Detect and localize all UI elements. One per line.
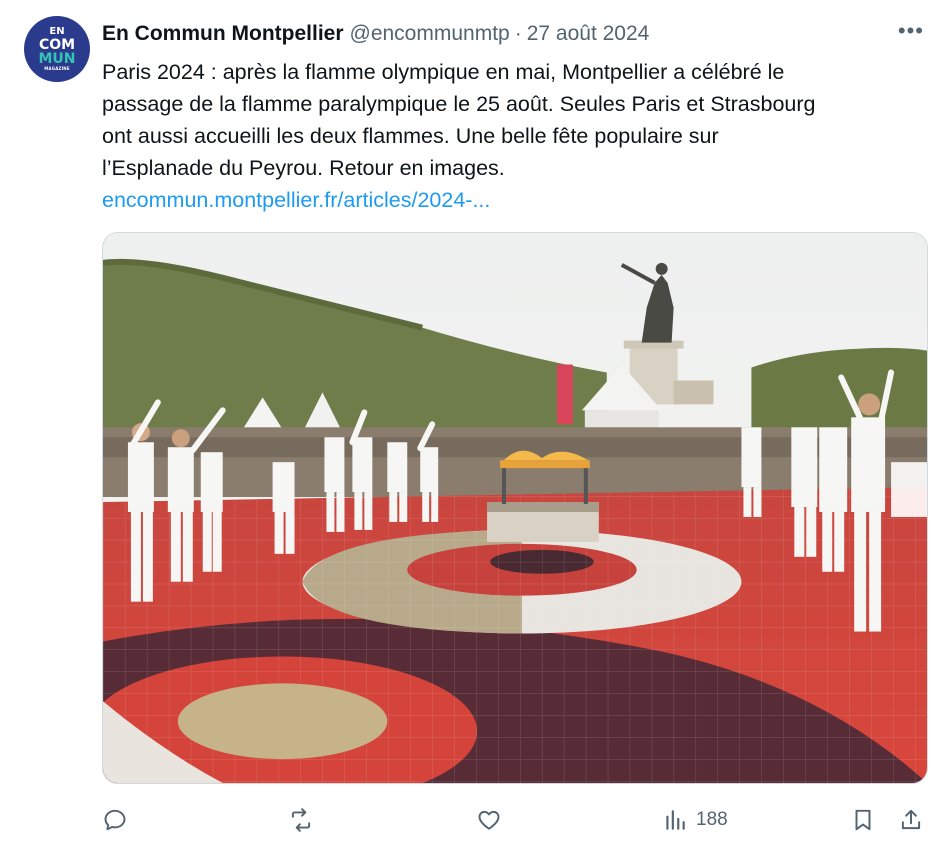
avatar-line-2: COM (38, 37, 76, 53)
account-name[interactable]: En Commun Montpellier (102, 22, 344, 46)
tweet-header: En Commun Montpellier @encommunmtp · 27 … (102, 18, 930, 48)
tweet-text-line: Paris 2024 : après la flamme olympique e… (102, 60, 785, 84)
account-avatar[interactable]: EN COM MUN MAGAZINE (24, 16, 90, 82)
tweet-actions: 188 (102, 800, 928, 840)
header-separator: · (514, 22, 522, 45)
account-handle[interactable]: @encommunmtp (350, 22, 510, 46)
more-options-icon[interactable]: ••• (898, 18, 924, 44)
heart-icon (478, 810, 500, 830)
avatar-line-4: MAGAZINE (44, 66, 70, 71)
flame-ceremony-photo (103, 233, 927, 783)
article-link[interactable]: encommun.montpellier.fr/articles/2024-..… (102, 184, 490, 216)
reply-icon (104, 809, 126, 831)
views-button[interactable]: 188 (662, 800, 728, 840)
views-count: 188 (696, 809, 728, 830)
retweet-button[interactable] (288, 800, 314, 840)
tweet-text-line: ont aussi accueilli les deux flammes. Un… (102, 124, 719, 148)
share-button[interactable] (898, 800, 924, 840)
tweet-photo[interactable] (102, 232, 928, 784)
tweet-date[interactable]: 27 août 2024 (527, 22, 650, 46)
bookmark-button[interactable] (850, 800, 876, 840)
reply-button[interactable] (102, 800, 128, 840)
share-icon (901, 809, 921, 830)
tweet-text-line: l’Esplanade du Peyrou. Retour en images. (102, 156, 505, 180)
retweet-icon (291, 808, 311, 832)
bookmark-icon (855, 809, 871, 831)
like-button[interactable] (476, 800, 502, 840)
avatar-line-3: MUN (38, 51, 76, 67)
analytics-icon (666, 810, 685, 830)
tweet-body: Paris 2024 : après la flamme olympique e… (102, 56, 932, 216)
avatar-line-1: EN (49, 26, 65, 37)
tweet-text-line: passage de la flamme paralympique le 25 … (102, 92, 816, 116)
